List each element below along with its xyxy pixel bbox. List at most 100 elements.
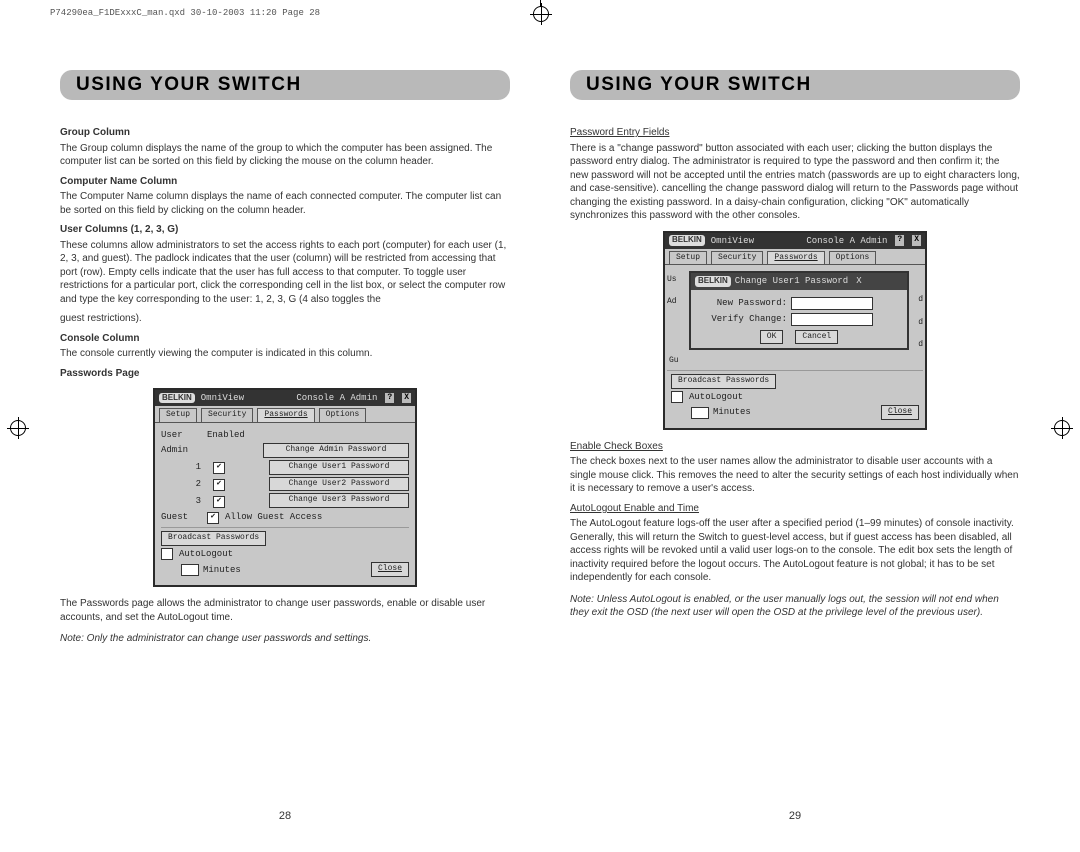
page-left: USING YOUR SWITCH Group Column The Group… (60, 70, 510, 822)
row-1: 1 (161, 461, 207, 473)
osd-app-name: OmniView (711, 235, 754, 247)
close-icon[interactable]: X (402, 393, 411, 404)
page-number: 28 (60, 810, 510, 822)
tab-setup[interactable]: Setup (669, 251, 707, 265)
broadcast-passwords-button[interactable]: Broadcast Passwords (671, 374, 776, 389)
section-title: USING YOUR SWITCH (570, 70, 1020, 100)
registration-mark-top (533, 6, 549, 22)
brand-logo: BELKIN (669, 235, 705, 246)
bg-text: d (913, 318, 923, 329)
note: Note: Unless AutoLogout is enabled, or t… (570, 593, 1020, 620)
osd-body: Us Ad BELKIN Change User1 Password X (665, 265, 925, 427)
minutes-label: Minutes (713, 406, 751, 418)
tab-options[interactable]: Options (829, 251, 877, 265)
autologout-label: AutoLogout (689, 391, 743, 403)
heading-comp: Computer Name Column (60, 175, 510, 189)
para: The Passwords page allows the administra… (60, 597, 510, 624)
heading-user: User Columns (1, 2, 3, G) (60, 223, 510, 237)
change-user3-pw-button[interactable]: Change User3 Password (269, 493, 409, 508)
bg-text: Us (667, 275, 685, 286)
brand-logo: BELKIN (159, 393, 195, 404)
section-title: USING YOUR SWITCH (60, 70, 510, 100)
osd-tabs: Setup Security Passwords Options (155, 406, 415, 423)
autologout-checkbox[interactable] (671, 391, 683, 403)
para: The check boxes next to the user names a… (570, 455, 1020, 496)
heading-console: Console Column (60, 332, 510, 346)
para: These columns allow administrators to se… (60, 239, 510, 307)
cancel-button[interactable]: Cancel (795, 330, 838, 345)
tab-security[interactable]: Security (711, 251, 763, 265)
change-admin-pw-button[interactable]: Change Admin Password (263, 443, 409, 458)
tab-security[interactable]: Security (201, 408, 253, 422)
osd-app-name: OmniView (201, 392, 244, 404)
tab-setup[interactable]: Setup (159, 408, 197, 422)
change-user2-pw-button[interactable]: Change User2 Password (269, 477, 409, 492)
enable-2-checkbox[interactable]: ✔ (213, 479, 225, 491)
para: The console currently viewing the comput… (60, 347, 510, 361)
osd-body: User Enabled Admin Change Admin Password… (155, 423, 415, 585)
bg-text: d (913, 295, 923, 306)
row-admin: Admin (161, 444, 201, 456)
heading-pef: Password Entry Fields (570, 126, 1020, 140)
tab-passwords[interactable]: Passwords (257, 408, 314, 422)
minutes-label: Minutes (203, 564, 241, 576)
autologout-minutes-input[interactable] (181, 564, 199, 576)
heading-autologout: AutoLogout Enable and Time (570, 502, 1020, 516)
help-icon[interactable]: ? (385, 393, 394, 404)
dialog-title: Change User1 Password (735, 275, 848, 287)
osd-tabs: Setup Security Passwords Options (665, 249, 925, 266)
tab-passwords[interactable]: Passwords (767, 251, 824, 265)
heading-group: Group Column (60, 126, 510, 140)
tab-options[interactable]: Options (319, 408, 367, 422)
para: guest restrictions). (60, 312, 510, 326)
osd-screenshot-change-pw: BELKIN OmniView Console A Admin ? X Setu… (663, 231, 927, 430)
close-button[interactable]: Close (371, 562, 409, 577)
row-guest: Guest (161, 511, 201, 523)
col-enabled: Enabled (207, 429, 257, 441)
bg-text: Gu (667, 356, 923, 367)
autologout-minutes-input[interactable] (691, 407, 709, 419)
allow-guest-label: Allow Guest Access (225, 511, 322, 523)
change-password-dialog: BELKIN Change User1 Password X New Passw… (689, 271, 909, 350)
change-user1-pw-button[interactable]: Change User1 Password (269, 460, 409, 475)
page-spread: USING YOUR SWITCH Group Column The Group… (60, 70, 1020, 822)
close-button[interactable]: Close (881, 405, 919, 420)
registration-mark-right (1054, 420, 1070, 436)
registration-mark-left (10, 420, 26, 436)
close-icon[interactable]: X (912, 235, 921, 246)
enable-1-checkbox[interactable]: ✔ (213, 462, 225, 474)
para: The AutoLogout feature logs-off the user… (570, 517, 1020, 585)
row-2: 2 (161, 478, 207, 490)
allow-guest-checkbox[interactable]: ✔ (207, 512, 219, 524)
broadcast-passwords-button[interactable]: Broadcast Passwords (161, 531, 266, 546)
note: Note: Only the administrator can change … (60, 632, 510, 646)
print-header: P74290ea_F1DExxxC_man.qxd 30-10-2003 11:… (50, 8, 320, 18)
close-icon[interactable]: X (856, 275, 861, 287)
enable-3-checkbox[interactable]: ✔ (213, 496, 225, 508)
body-right: Password Entry Fields There is a "change… (570, 120, 1020, 626)
autologout-label: AutoLogout (179, 548, 233, 560)
new-password-input[interactable] (791, 297, 873, 310)
para: The Group column displays the name of th… (60, 142, 510, 169)
bg-text: d (913, 340, 923, 351)
verify-input[interactable] (791, 313, 873, 326)
para: The Computer Name column displays the na… (60, 190, 510, 217)
para: There is a "change password" button asso… (570, 142, 1020, 223)
autologout-checkbox[interactable] (161, 548, 173, 560)
osd-titlebar: BELKIN OmniView Console A Admin ? X (155, 390, 415, 406)
osd-console-label: Console A Admin (296, 392, 377, 404)
help-icon[interactable]: ? (895, 235, 904, 246)
bg-text: Ad (667, 297, 685, 308)
heading-passwords: Passwords Page (60, 367, 510, 381)
page-number: 29 (570, 810, 1020, 822)
ok-button[interactable]: OK (760, 330, 784, 345)
osd-console-label: Console A Admin (806, 235, 887, 247)
brand-logo: BELKIN (695, 276, 731, 287)
page-right: USING YOUR SWITCH Password Entry Fields … (570, 70, 1020, 822)
osd-titlebar: BELKIN OmniView Console A Admin ? X (665, 233, 925, 249)
bg-text (913, 273, 923, 284)
col-user: User (161, 429, 201, 441)
body-left: Group Column The Group column displays t… (60, 120, 510, 652)
row-3: 3 (161, 495, 207, 507)
heading-ecb: Enable Check Boxes (570, 440, 1020, 454)
